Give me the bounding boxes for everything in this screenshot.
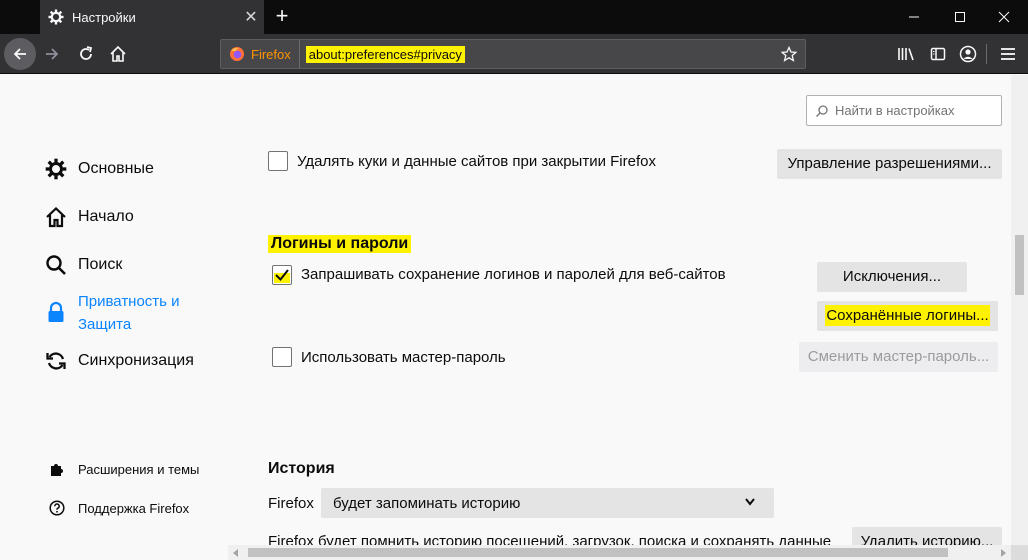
url-bar[interactable]: Firefox about:preferences#privacy <box>220 39 806 69</box>
account-button[interactable] <box>952 38 984 70</box>
menu-button[interactable] <box>992 38 1024 70</box>
vertical-scrollbar[interactable] <box>1011 75 1028 545</box>
reload-button[interactable] <box>70 38 102 70</box>
checkmark-icon <box>275 269 289 282</box>
bookmark-star-icon[interactable] <box>781 46 797 62</box>
horizontal-scrollbar[interactable] <box>228 545 1011 560</box>
sidebar-item-label: Основные <box>78 160 154 177</box>
account-icon <box>959 45 977 63</box>
ask-save-logins-checkbox[interactable] <box>272 265 292 285</box>
tab-title: Настройки <box>72 9 136 25</box>
preferences-search[interactable] <box>806 95 1002 126</box>
tab-strip: Настройки ✕ + <box>0 0 1028 34</box>
close-icon <box>998 11 1010 23</box>
forward-button[interactable] <box>36 38 68 70</box>
history-mode-value: будет запоминать историю <box>333 494 521 512</box>
gear-icon <box>48 9 64 25</box>
sidebar-item-label: Расширения и темы <box>78 461 200 477</box>
navigation-bar: Firefox about:preferences#privacy <box>0 34 1028 74</box>
scroll-left-icon[interactable] <box>231 548 241 558</box>
minimize-button[interactable] <box>890 0 938 34</box>
master-password-label: Использовать мастер-пароль <box>301 349 506 366</box>
home-icon <box>110 45 126 62</box>
lock-icon <box>44 300 68 324</box>
sidebar-item-general[interactable]: Основные <box>44 157 154 181</box>
library-icon <box>898 48 914 61</box>
clear-history-clip: Удалить историю... <box>852 527 1002 545</box>
gear-icon <box>44 157 68 181</box>
sidebar-item-label: Начало <box>78 208 134 225</box>
delete-cookies-label: Удалять куки и данные сайтов при закрыти… <box>297 153 656 170</box>
identity-box[interactable]: Firefox <box>221 40 300 68</box>
close-tab-icon[interactable]: ✕ <box>238 7 264 27</box>
chevron-down-icon <box>745 498 755 506</box>
sidebar-item-label: Поиск <box>78 256 123 273</box>
saved-logins-label: Сохранённые логины... <box>825 305 990 326</box>
sidebar-item-support[interactable]: Поддержка Firefox <box>48 499 189 517</box>
arrow-left-icon <box>13 48 26 60</box>
puzzle-icon <box>48 460 66 478</box>
search-icon <box>44 253 68 277</box>
sync-icon <box>44 349 68 373</box>
search-input[interactable] <box>835 103 995 118</box>
sidebar-item-label: Поддержка Firefox <box>78 500 190 516</box>
history-mode-select[interactable]: будет запоминать историю <box>321 488 774 518</box>
sidebar-item-home[interactable]: Начало <box>44 205 134 229</box>
sidebar-item-privacy[interactable]: Приватность и Защита <box>44 290 180 336</box>
library-button[interactable] <box>890 38 922 70</box>
saved-logins-button[interactable]: Сохранённые логины... <box>817 301 998 331</box>
exceptions-button[interactable]: Исключения... <box>817 262 967 292</box>
scroll-right-icon[interactable] <box>998 548 1008 558</box>
new-tab-button[interactable]: + <box>270 5 294 29</box>
horizontal-scroll-thumb[interactable] <box>248 548 948 557</box>
firefox-logo-icon <box>230 47 244 61</box>
manage-permissions-button[interactable]: Управление разрешениями... <box>777 149 1002 179</box>
minimize-icon <box>909 16 919 18</box>
scrollbar-corner <box>1011 545 1028 560</box>
sidebar-item-label: Синхронизация <box>78 352 194 369</box>
sidebar-toggle-button[interactable] <box>922 38 954 70</box>
history-description: Firefox будет помнить историю посещений,… <box>268 533 832 545</box>
delete-cookies-checkbox[interactable] <box>268 151 288 171</box>
reload-icon <box>80 46 93 60</box>
window-close-button[interactable] <box>980 0 1028 34</box>
maximize-button[interactable] <box>936 0 984 34</box>
sidebar-item-addons[interactable]: Расширения и темы <box>48 460 199 478</box>
sidebar-item-label: Приватность и Защита <box>78 293 180 333</box>
maximize-icon <box>955 12 965 22</box>
toolbar-separator <box>986 44 987 64</box>
help-icon <box>48 499 66 517</box>
identity-label: Firefox <box>251 46 291 62</box>
master-password-checkbox[interactable] <box>272 347 292 367</box>
url-text[interactable]: about:preferences#privacy <box>305 45 465 63</box>
back-button[interactable] <box>4 38 36 70</box>
arrow-right-icon <box>46 48 59 60</box>
search-icon <box>816 104 828 117</box>
history-heading: История <box>268 460 335 477</box>
tab-settings[interactable]: Настройки ✕ <box>40 0 264 34</box>
sidebar-item-sync[interactable]: Синхронизация <box>44 349 194 373</box>
vertical-scroll-thumb[interactable] <box>1015 235 1024 295</box>
clear-history-button[interactable]: Удалить историю... <box>852 527 1002 545</box>
change-master-password-button: Сменить мастер-пароль... <box>799 342 998 372</box>
sidebar-item-search[interactable]: Поиск <box>44 253 122 277</box>
history-description-clip: Firefox будет помнить историю посещений,… <box>268 528 843 545</box>
history-firefox-label: Firefox <box>268 495 314 512</box>
logins-heading: Логины и пароли <box>268 235 412 253</box>
ask-save-logins-label: Запрашивать сохранение логинов и паролей… <box>301 266 726 283</box>
home-button[interactable] <box>102 38 134 70</box>
sidebars-icon <box>930 47 946 61</box>
hamburger-menu-icon <box>1001 48 1015 60</box>
home-icon <box>44 205 68 229</box>
